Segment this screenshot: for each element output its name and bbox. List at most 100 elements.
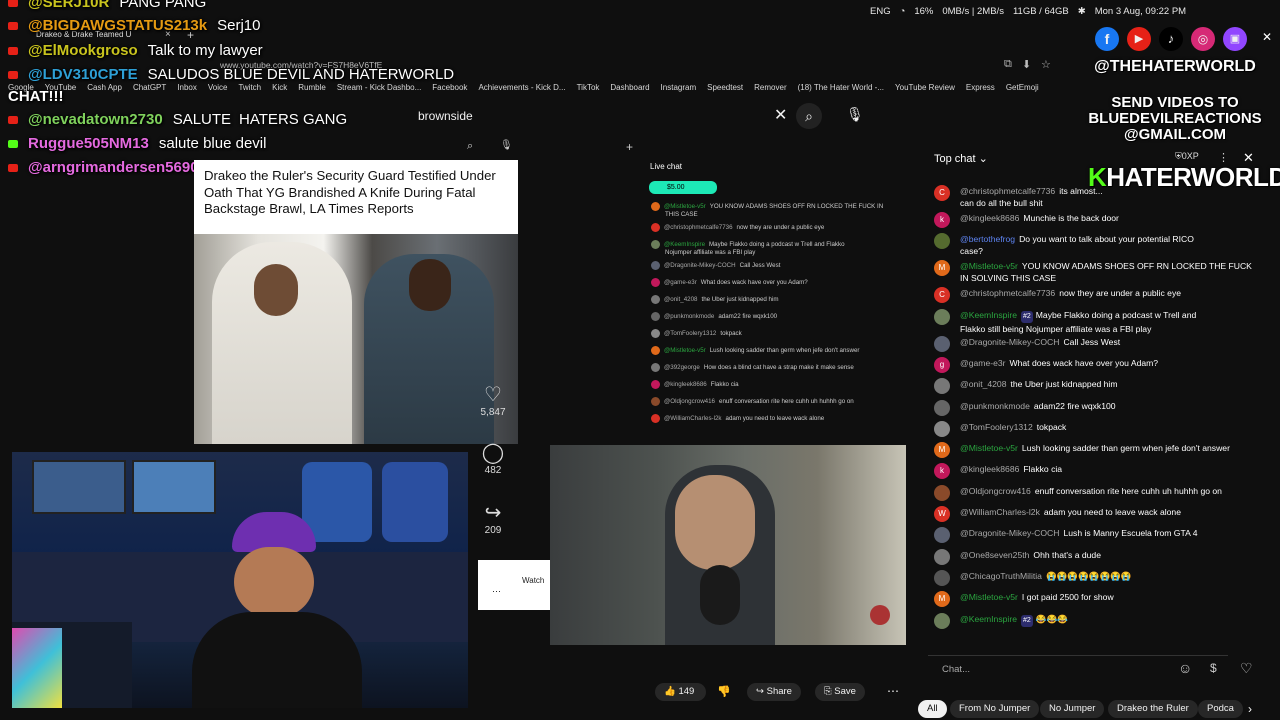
- chat-username[interactable]: @KeemInspire: [664, 241, 705, 248]
- chat-avatar[interactable]: [934, 569, 950, 586]
- share-icon[interactable]: ↪: [473, 500, 513, 525]
- chat-avatar[interactable]: [934, 484, 950, 501]
- bookmark-item[interactable]: TikTok: [577, 83, 600, 92]
- comment-icon[interactable]: ◯: [473, 440, 513, 465]
- chat-username[interactable]: @onit_4208: [960, 379, 1006, 389]
- chat-username[interactable]: @punkmonkmode: [960, 401, 1030, 411]
- screenshot-icon[interactable]: ⧉: [1004, 58, 1012, 71]
- chat-username[interactable]: @Mistletoe-v5r: [960, 261, 1018, 271]
- search-bar[interactable]: brownside ✕ ⌕ 🎙: [406, 103, 864, 129]
- bookmark-item[interactable]: Speedtest: [707, 83, 743, 92]
- bookmark-item[interactable]: Remover: [754, 83, 786, 92]
- chat-avatar[interactable]: g: [934, 356, 950, 373]
- bookmark-item[interactable]: Facebook: [432, 83, 467, 92]
- chat-username[interactable]: @392george: [664, 364, 700, 371]
- bookmark-item[interactable]: Twitch: [238, 83, 261, 92]
- dollar-icon[interactable]: $: [1210, 661, 1217, 675]
- bookmark-item[interactable]: Inbox: [177, 83, 197, 92]
- mic-small-icon[interactable]: 🎙: [500, 140, 513, 151]
- chat-avatar[interactable]: [934, 335, 950, 352]
- chat-avatar[interactable]: [934, 399, 950, 416]
- chat-input[interactable]: Chat...: [942, 664, 970, 675]
- chat-avatar[interactable]: M: [934, 442, 950, 459]
- search-icon[interactable]: ⌕: [796, 103, 822, 129]
- chat-username[interactable]: @game-e3r: [960, 358, 1006, 368]
- close-overlay-icon[interactable]: ✕: [1262, 30, 1272, 44]
- bookmark-item[interactable]: Stream - Kick Dashbo...: [337, 83, 421, 92]
- add-icon[interactable]: +: [626, 140, 633, 154]
- heart-reaction-icon[interactable]: ♡: [1240, 660, 1253, 677]
- chat-avatar[interactable]: k: [934, 212, 950, 228]
- chat-username[interactable]: @Dragonite-Mikey-COCH: [960, 528, 1059, 538]
- chat-username[interactable]: @KeemInspire: [960, 310, 1017, 320]
- bookmark-item[interactable]: Cash App: [87, 83, 122, 92]
- clock[interactable]: Mon 3 Aug, 09:22 PM: [1095, 6, 1186, 17]
- filter-chip[interactable]: No Jumper: [1040, 700, 1105, 718]
- watch-card[interactable]: Watch ⋯: [478, 560, 550, 610]
- chat-username[interactable]: @Mistletoe-v5r: [960, 592, 1018, 602]
- chat-username[interactable]: @bertothefrog: [960, 234, 1015, 244]
- heart-icon[interactable]: ♡: [473, 382, 513, 407]
- chat-username[interactable]: @TomFoolery1312: [960, 422, 1033, 432]
- chat-avatar[interactable]: M: [934, 260, 950, 277]
- chat-avatar[interactable]: [934, 308, 950, 325]
- save-button[interactable]: ⎘ Save: [815, 683, 865, 701]
- battery-indicator[interactable]: 16%: [914, 6, 933, 17]
- chat-avatar[interactable]: k: [934, 463, 950, 480]
- chat-avatar[interactable]: [934, 612, 950, 629]
- chat-username[interactable]: @Mistletoe-v5r: [664, 203, 706, 210]
- chat-avatar[interactable]: C: [934, 185, 950, 201]
- star-icon[interactable]: ☆: [1041, 58, 1051, 71]
- chat-username[interactable]: @Mistletoe-v5r: [960, 443, 1018, 453]
- bookmark-item[interactable]: Express: [966, 83, 995, 92]
- share-action[interactable]: ↪ 209: [473, 500, 513, 536]
- filter-chip[interactable]: Podca: [1198, 700, 1243, 718]
- bookmark-item[interactable]: Dashboard: [610, 83, 649, 92]
- chat-avatar[interactable]: [934, 420, 950, 437]
- bookmark-item[interactable]: Achievements - Kick D...: [478, 83, 565, 92]
- chat-avatar[interactable]: M: [934, 591, 950, 608]
- podcast-video[interactable]: [550, 445, 906, 645]
- chat-username[interactable]: @Oldjongcrow416: [664, 398, 715, 405]
- bookmark-item[interactable]: Rumble: [298, 83, 326, 92]
- bookmark-item[interactable]: Kick: [272, 83, 287, 92]
- top-chat-dropdown[interactable]: Top chat ⌄: [934, 152, 988, 165]
- chat-username[interactable]: @onit_4208: [664, 296, 697, 303]
- more-options-icon[interactable]: ⋯: [887, 684, 899, 698]
- like-button[interactable]: 👍 149: [655, 683, 707, 701]
- bookmark-item[interactable]: Instagram: [661, 83, 697, 92]
- chat-avatar[interactable]: C: [934, 287, 950, 304]
- bookmark-item[interactable]: YouTube Review: [895, 83, 955, 92]
- language-indicator[interactable]: ENG: [870, 6, 891, 17]
- bookmark-item[interactable]: ChatGPT: [133, 83, 166, 92]
- search-small-icon[interactable]: ⌕: [467, 140, 473, 153]
- like-action[interactable]: ♡ 5,847: [473, 382, 513, 418]
- download-icon[interactable]: ⬇: [1022, 58, 1031, 71]
- chat-username[interactable]: @Dragonite-Mikey-COCH: [960, 337, 1059, 347]
- superchat-badge[interactable]: $5.00: [649, 181, 717, 194]
- chat-avatar[interactable]: [934, 527, 950, 544]
- chat-username[interactable]: @kingleek8686: [664, 381, 707, 388]
- chat-username[interactable]: @WilliamCharles-l2k: [960, 507, 1040, 517]
- chat-avatar[interactable]: [934, 548, 950, 565]
- filter-chip[interactable]: All: [918, 700, 947, 718]
- chat-username[interactable]: @ChicagoTruthMilitia: [960, 571, 1042, 581]
- bookmark-item[interactable]: Voice: [208, 83, 228, 92]
- chat-avatar[interactable]: [934, 233, 950, 250]
- chat-username[interactable]: @punkmonkmode: [664, 313, 714, 320]
- chat-avatar[interactable]: W: [934, 506, 950, 522]
- article-headline-card[interactable]: Drakeo the Ruler's Security Guard Testif…: [194, 160, 518, 234]
- wifi-icon[interactable]: ◔: [900, 6, 906, 17]
- chat-username[interactable]: @KeemInspire: [960, 614, 1017, 624]
- chat-username[interactable]: @christophmetcalfe7736: [960, 288, 1055, 298]
- filter-chip[interactable]: From No Jumper: [950, 700, 1040, 718]
- more-icon[interactable]: ⋯: [492, 586, 501, 597]
- chevron-right-icon[interactable]: ›: [1248, 702, 1252, 716]
- chat-username[interactable]: @Mistletoe-v5r: [664, 347, 706, 354]
- bookmark-item[interactable]: GetEmoji: [1006, 83, 1039, 92]
- search-input[interactable]: brownside: [418, 109, 473, 123]
- emoji-icon[interactable]: ☺: [1178, 660, 1192, 676]
- bluetooth-icon[interactable]: ✱: [1078, 6, 1086, 17]
- filter-chip[interactable]: Drakeo the Ruler: [1108, 700, 1198, 718]
- chat-username[interactable]: @TomFoolery1312: [664, 330, 716, 337]
